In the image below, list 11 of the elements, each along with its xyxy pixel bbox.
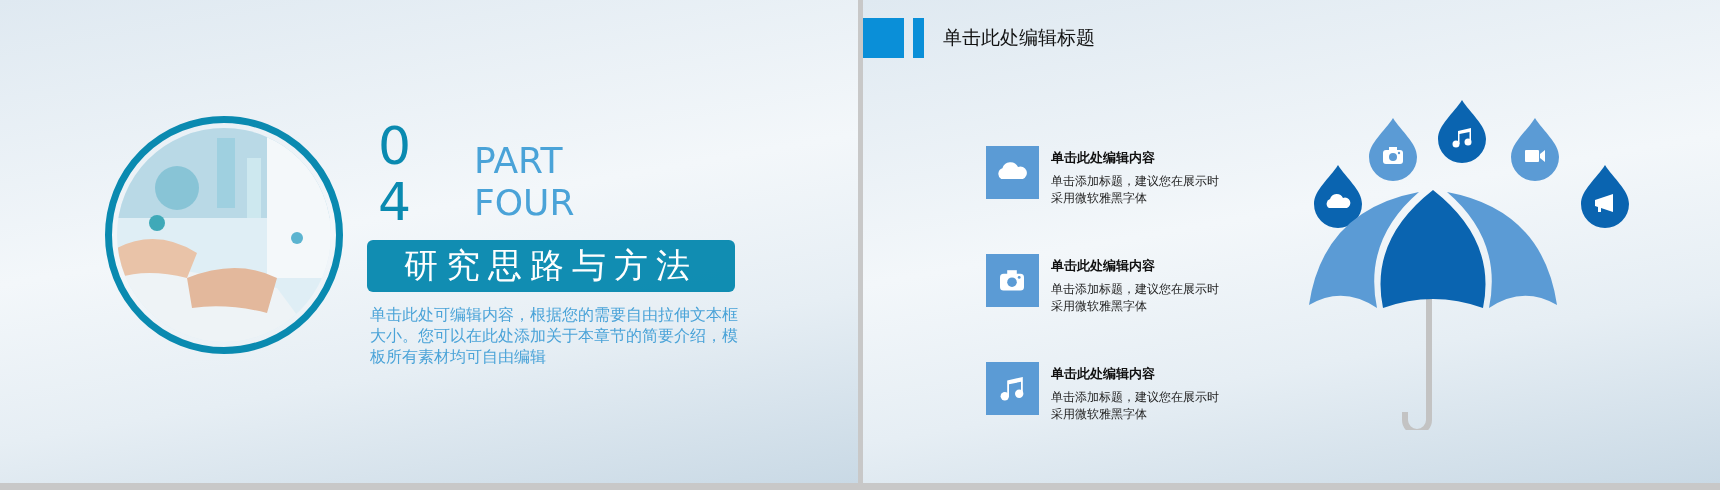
item-description: 单击添加标题，建议您在展示时采用微软雅黑字体 xyxy=(1050,389,1220,423)
item-description: 单击添加标题，建议您在展示时采用微软雅黑字体 xyxy=(1050,281,1220,315)
section-number: 0 4 xyxy=(378,118,413,230)
slide-title: 单击此处编辑标题 xyxy=(942,25,1095,50)
item-heading: 单击此处编辑内容 xyxy=(1050,149,1156,167)
part-label: PART FOUR xyxy=(474,140,575,224)
section-title: 研究思路与方法 xyxy=(367,240,735,292)
item-heading: 单击此处编辑内容 xyxy=(1050,365,1156,383)
section-description: 单击此处可编辑内容，根据您的需要自由拉伸文本框大小。您可以在此处添加关于本章节的简要介绍，模板所有素材均可自由编辑 xyxy=(370,305,739,368)
item-description: 单击添加标题，建议您在展示时采用微软雅黑字体 xyxy=(1050,173,1220,207)
item-heading: 单击此处编辑内容 xyxy=(1050,257,1156,275)
